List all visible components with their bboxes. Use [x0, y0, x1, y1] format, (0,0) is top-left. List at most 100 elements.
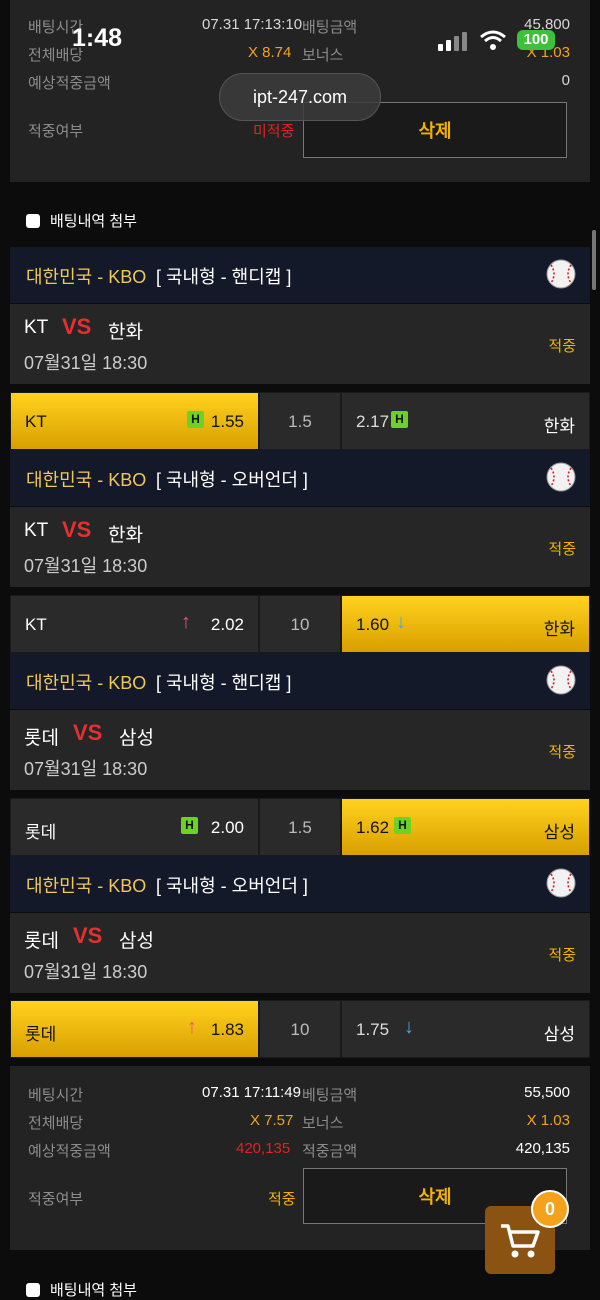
handicap-line: 1.5	[288, 412, 312, 431]
home-odds: 1.83	[210, 1020, 244, 1039]
bet-status: 적중	[548, 744, 576, 761]
handicap-h-icon: H	[187, 411, 204, 428]
market-type: [ 국내형 - 핸디캡 ]	[156, 267, 292, 287]
bonus-value: X 1.03	[526, 1112, 570, 1129]
away-odds: 1.62	[356, 818, 390, 837]
handicap-h-icon: H	[181, 817, 198, 834]
expected-value: 0	[561, 72, 570, 89]
arrow-down-icon: ↓	[396, 611, 406, 633]
line-cell: 1.5	[259, 798, 341, 856]
summary-row-time: 베팅시간 07.31 17:11:49 베팅금액 55,500	[10, 1080, 590, 1108]
expected-label: 예상적중금액	[28, 75, 111, 92]
checkbox-icon[interactable]	[26, 1282, 40, 1297]
home-team-name: 롯데	[25, 1025, 57, 1044]
away-odds: 1.75	[356, 1020, 390, 1039]
market-type: [ 국내형 - 핸디캡 ]	[156, 673, 292, 693]
home-team: 롯데	[24, 931, 59, 952]
cart-count-badge: 0	[531, 1190, 569, 1228]
away-team: 한화	[108, 322, 143, 343]
bet-time-label: 베팅시간	[28, 1087, 84, 1104]
bonus-label: 보너스	[302, 47, 344, 64]
vs-label: VS	[62, 517, 92, 542]
baseball-icon	[546, 868, 576, 898]
hit-amount-label: 적중금액	[302, 1143, 358, 1160]
home-team-name: KT	[25, 615, 47, 634]
over-under-line: 10	[290, 615, 310, 634]
hit-amount-value: 420,135	[515, 1140, 570, 1157]
odds-row: KT ↑ 2.02 10 1.60 ↓ 한화	[10, 595, 590, 653]
attach-history-checkbox[interactable]: 배팅내역 첨부	[26, 1279, 137, 1300]
cart-icon	[501, 1224, 540, 1258]
league-name: 대한민국 - KBO	[26, 470, 147, 490]
bet-time-value: 07.31 17:11:49	[202, 1084, 301, 1101]
home-team-name: 롯데	[25, 823, 57, 842]
scrollbar[interactable]	[592, 230, 596, 290]
handicap-h-icon: H	[391, 411, 408, 428]
total-odds-value: X 7.57	[250, 1112, 294, 1129]
summary-row-odds: 전체배당 X 7.57 보너스 X 1.03	[10, 1108, 590, 1136]
arrow-up-icon: ↑	[187, 1016, 197, 1038]
home-odds-cell[interactable]: KT H 1.55	[10, 392, 259, 450]
match-datetime: 07월31일 18:30	[24, 962, 148, 982]
vs-label: VS	[73, 923, 103, 948]
bet-status: 적중	[548, 947, 576, 964]
signal-icon	[438, 32, 467, 51]
home-team: KT	[24, 520, 49, 541]
summary-row-expected: 예상적중금액 420,135 적중금액 420,135	[10, 1136, 590, 1164]
line-cell: 10	[259, 595, 341, 653]
away-team: 한화	[108, 525, 143, 546]
result-label: 적중여부	[28, 1191, 84, 1208]
home-odds-cell[interactable]: KT ↑ 2.02	[10, 595, 259, 653]
checkbox-icon[interactable]	[26, 213, 40, 228]
away-odds-cell[interactable]: 1.75 ↓ 삼성	[341, 1000, 590, 1058]
url-bar[interactable]: ipt-247.com	[219, 73, 381, 121]
away-team: 삼성	[119, 931, 154, 952]
bet-amount-label: 배팅금액	[302, 19, 358, 36]
away-odds-cell[interactable]: 2.17 H 한화	[341, 392, 590, 450]
arrow-down-icon: ↓	[404, 1016, 414, 1038]
home-odds: 2.02	[210, 615, 244, 634]
bet-time-value: 07.31 17:13:10	[202, 16, 303, 33]
arrow-up-icon: ↑	[181, 611, 191, 633]
league-header: 대한민국 - KBO [ 국내형 - 핸디캡 ]	[10, 653, 590, 709]
baseball-icon	[546, 665, 576, 695]
baseball-icon	[546, 259, 576, 289]
league-name: 대한민국 - KBO	[26, 267, 147, 287]
bet-amount-value: 55,500	[524, 1084, 570, 1101]
away-team: 삼성	[119, 728, 154, 749]
vs-label: VS	[62, 314, 92, 339]
clock: 1:48	[72, 24, 123, 52]
away-team-name: 삼성	[543, 1025, 575, 1044]
battery-indicator: 100	[517, 30, 555, 50]
market-type: [ 국내형 - 오버언더 ]	[156, 876, 308, 896]
match-info: KT VS 한화 07월31일 18:30 적중	[10, 507, 590, 587]
league-name: 대한민국 - KBO	[26, 876, 147, 896]
handicap-h-icon: H	[394, 817, 411, 834]
match-datetime: 07월31일 18:30	[24, 556, 148, 576]
away-team-name: 한화	[543, 620, 575, 639]
league-header: 대한민국 - KBO [ 국내형 - 핸디캡 ]	[10, 247, 590, 303]
attach-history-checkbox[interactable]: 배팅내역 첨부	[26, 210, 137, 231]
line-cell: 10	[259, 1000, 341, 1058]
match-datetime: 07월31일 18:30	[24, 759, 148, 779]
result-label: 적중여부	[28, 123, 84, 140]
league-header: 대한민국 - KBO [ 국내형 - 오버언더 ]	[10, 856, 590, 912]
result-value: 적중	[268, 1191, 296, 1208]
home-odds-cell[interactable]: 롯데 ↑ 1.83	[10, 1000, 259, 1058]
away-odds-cell[interactable]: 1.60 ↓ 한화	[341, 595, 590, 653]
line-cell: 1.5	[259, 392, 341, 450]
home-odds: 2.00	[210, 818, 244, 837]
match-datetime: 07월31일 18:30	[24, 353, 148, 373]
bet-amount-label: 베팅금액	[302, 1087, 358, 1104]
match-info: 롯데 VS 삼성 07월31일 18:30 적중	[10, 913, 590, 993]
bonus-label: 보너스	[302, 1115, 344, 1132]
result-value: 미적중	[253, 123, 295, 140]
away-odds-cell[interactable]: 1.62 H 삼성	[341, 798, 590, 856]
league-header: 대한민국 - KBO [ 국내형 - 오버언더 ]	[10, 450, 590, 506]
home-odds-cell[interactable]: 롯데 H 2.00	[10, 798, 259, 856]
league-name: 대한민국 - KBO	[26, 673, 147, 693]
market-type: [ 국내형 - 오버언더 ]	[156, 470, 308, 490]
wifi-icon	[480, 30, 506, 50]
odds-row: KT H 1.55 1.5 2.17 H 한화	[10, 392, 590, 450]
expected-value: 420,135	[236, 1140, 291, 1157]
